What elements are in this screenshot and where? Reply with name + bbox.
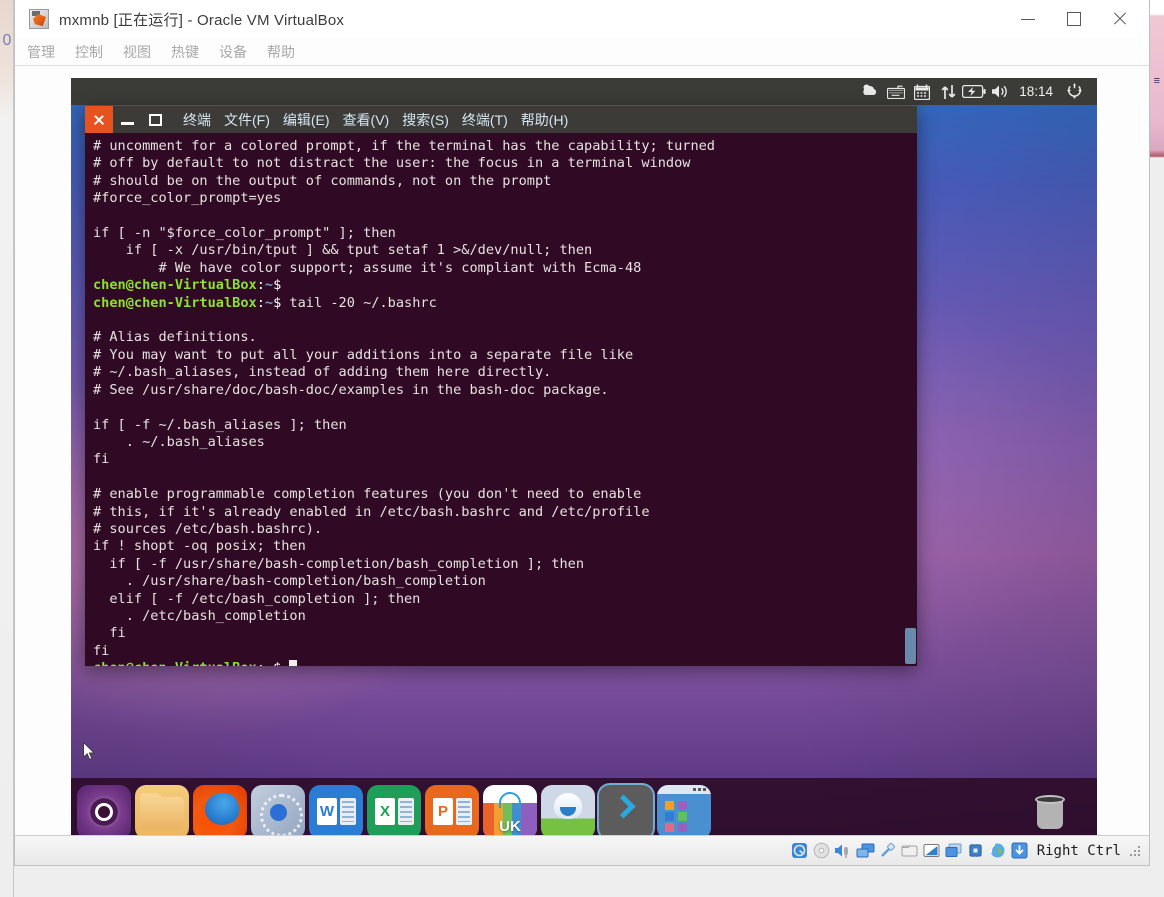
menu-manage[interactable]: 管理	[27, 42, 55, 62]
term-menu-view[interactable]: 查看(V)	[343, 110, 390, 130]
power-gear-icon[interactable]	[1061, 78, 1087, 105]
optical-disk-icon[interactable]	[812, 841, 831, 860]
mouse-integration-icon[interactable]	[988, 841, 1007, 860]
workspace-titlebar-icon	[657, 785, 711, 794]
word-doc-lines-icon	[340, 798, 356, 825]
window-controls	[1005, 0, 1143, 38]
maximize-button[interactable]	[1051, 0, 1097, 38]
virtualbox-titlebar[interactable]: mxmnb [正在运行] - Oracle VM VirtualBox	[15, 0, 1149, 38]
calendar-icon[interactable]	[909, 78, 935, 105]
window-title: mxmnb [正在运行] - Oracle VM VirtualBox	[59, 11, 345, 29]
terminal-titlebar[interactable]: 终端 文件(F) 编辑(E) 查看(V) 搜索(S) 终端(T) 帮助(H)	[85, 106, 917, 133]
menu-hotkey[interactable]: 热键	[171, 42, 199, 62]
ubuntu-top-panel: 18:14	[71, 78, 1097, 105]
trash-lid-icon	[1035, 795, 1065, 804]
term-menu-terminal-app[interactable]: 终端	[183, 110, 211, 130]
volume-icon[interactable]	[987, 78, 1013, 105]
dock-item-powerpoint[interactable]: P	[425, 785, 479, 839]
workspace-square-2	[678, 801, 687, 810]
amazon-region-label: UK	[499, 818, 521, 835]
powerpoint-slide-icon	[456, 798, 472, 825]
host-key-label: Right Ctrl	[1036, 842, 1121, 859]
keyboard-indicator-icon[interactable]	[883, 78, 909, 105]
dock-item-software[interactable]	[251, 785, 305, 839]
ubuntu-one-update-icon[interactable]	[857, 78, 883, 105]
terminal-scrollbar-thumb[interactable]	[905, 628, 916, 664]
display-icon[interactable]	[922, 841, 941, 860]
term-menu-edit[interactable]: 编辑(E)	[283, 110, 330, 130]
usb-icon[interactable]	[878, 841, 897, 860]
term-menu-search[interactable]: 搜索(S)	[402, 110, 449, 130]
network-transfer-icon[interactable]	[935, 78, 961, 105]
menu-control[interactable]: 控制	[75, 42, 103, 62]
terminal-maximize-button[interactable]	[141, 106, 169, 133]
hard-disk-icon[interactable]	[790, 841, 809, 860]
term-menu-file[interactable]: 文件(F)	[224, 110, 270, 130]
background-window-left[interactable]: 0	[0, 0, 14, 897]
menu-view[interactable]: 视图	[123, 42, 151, 62]
minimize-button[interactable]	[1005, 0, 1051, 38]
dock-item-word[interactable]: W	[309, 785, 363, 839]
virtualbox-menubar: 管理 控制 视图 热键 设备 帮助	[15, 38, 1149, 66]
terminal-output: # uncomment for a colored prompt, if the…	[93, 138, 917, 666]
network-icon[interactable]	[856, 841, 875, 860]
excel-letter: X	[375, 798, 395, 825]
workspace-square-5	[665, 823, 674, 832]
mouse-pointer	[83, 741, 96, 761]
terminal-window[interactable]: 终端 文件(F) 编辑(E) 查看(V) 搜索(S) 终端(T) 帮助(H) #…	[85, 106, 917, 666]
dock-item-ubuntu-dash[interactable]	[77, 785, 131, 839]
virtualbox-statusbar: Right Ctrl	[15, 835, 1149, 865]
amazon-handle-icon	[499, 792, 521, 808]
panel-clock[interactable]: 18:14	[1019, 84, 1053, 99]
battery-charging-icon[interactable]	[961, 78, 987, 105]
terminal-minimize-button[interactable]	[113, 106, 141, 133]
workspace-square-1	[665, 801, 674, 810]
dock-item-excel[interactable]: X	[367, 785, 421, 839]
background-window-right-glyph: ≡	[1153, 75, 1160, 87]
dock-item-firefox[interactable]	[193, 785, 247, 839]
dock-item-trash[interactable]	[1023, 785, 1077, 839]
capture-input-icon[interactable]	[1010, 841, 1029, 860]
workspace-square-4	[678, 812, 687, 821]
dock-item-help[interactable]	[541, 785, 595, 839]
terminal-scrollbar[interactable]	[903, 133, 917, 666]
audio-icon[interactable]	[834, 841, 853, 860]
terminal-close-button[interactable]	[85, 106, 113, 133]
workspace-square-3	[665, 812, 674, 821]
dock-item-amazon[interactable]: UK	[483, 785, 537, 839]
powerpoint-letter: P	[433, 798, 453, 825]
term-menu-terminal[interactable]: 终端(T)	[462, 110, 508, 130]
word-letter: W	[317, 798, 337, 825]
remote-desktop-icon[interactable]	[944, 841, 963, 860]
menu-devices[interactable]: 设备	[219, 42, 247, 62]
terminal-chevron-icon	[611, 794, 636, 819]
resize-grip-icon[interactable]	[1129, 844, 1141, 857]
excel-grid-icon	[398, 798, 414, 825]
terminal-menubar: 终端 文件(F) 编辑(E) 查看(V) 搜索(S) 终端(T) 帮助(H)	[183, 110, 581, 130]
close-button[interactable]	[1097, 0, 1143, 38]
workspace-square-6	[678, 823, 687, 832]
guest-os-screen[interactable]: 18:14 终端 文件(F) 编辑(E) 查看(V) 搜索(S) 终端(T) 帮…	[71, 78, 1097, 846]
dock-item-terminal[interactable]: ▮▮	[599, 785, 653, 839]
shared-folder-icon[interactable]	[900, 841, 919, 860]
cpu-icon[interactable]	[966, 841, 985, 860]
dock-item-files[interactable]	[135, 785, 189, 839]
virtualbox-icon	[29, 9, 49, 29]
dock-item-workspaces[interactable]	[657, 785, 711, 839]
virtualbox-window: mxmnb [正在运行] - Oracle VM VirtualBox 管理 控…	[14, 0, 1150, 866]
term-menu-help[interactable]: 帮助(H)	[521, 110, 568, 130]
background-window-left-glyph: 0	[2, 32, 12, 49]
menu-help[interactable]: 帮助	[267, 42, 295, 62]
terminal-body[interactable]: # uncomment for a colored prompt, if the…	[85, 133, 917, 666]
